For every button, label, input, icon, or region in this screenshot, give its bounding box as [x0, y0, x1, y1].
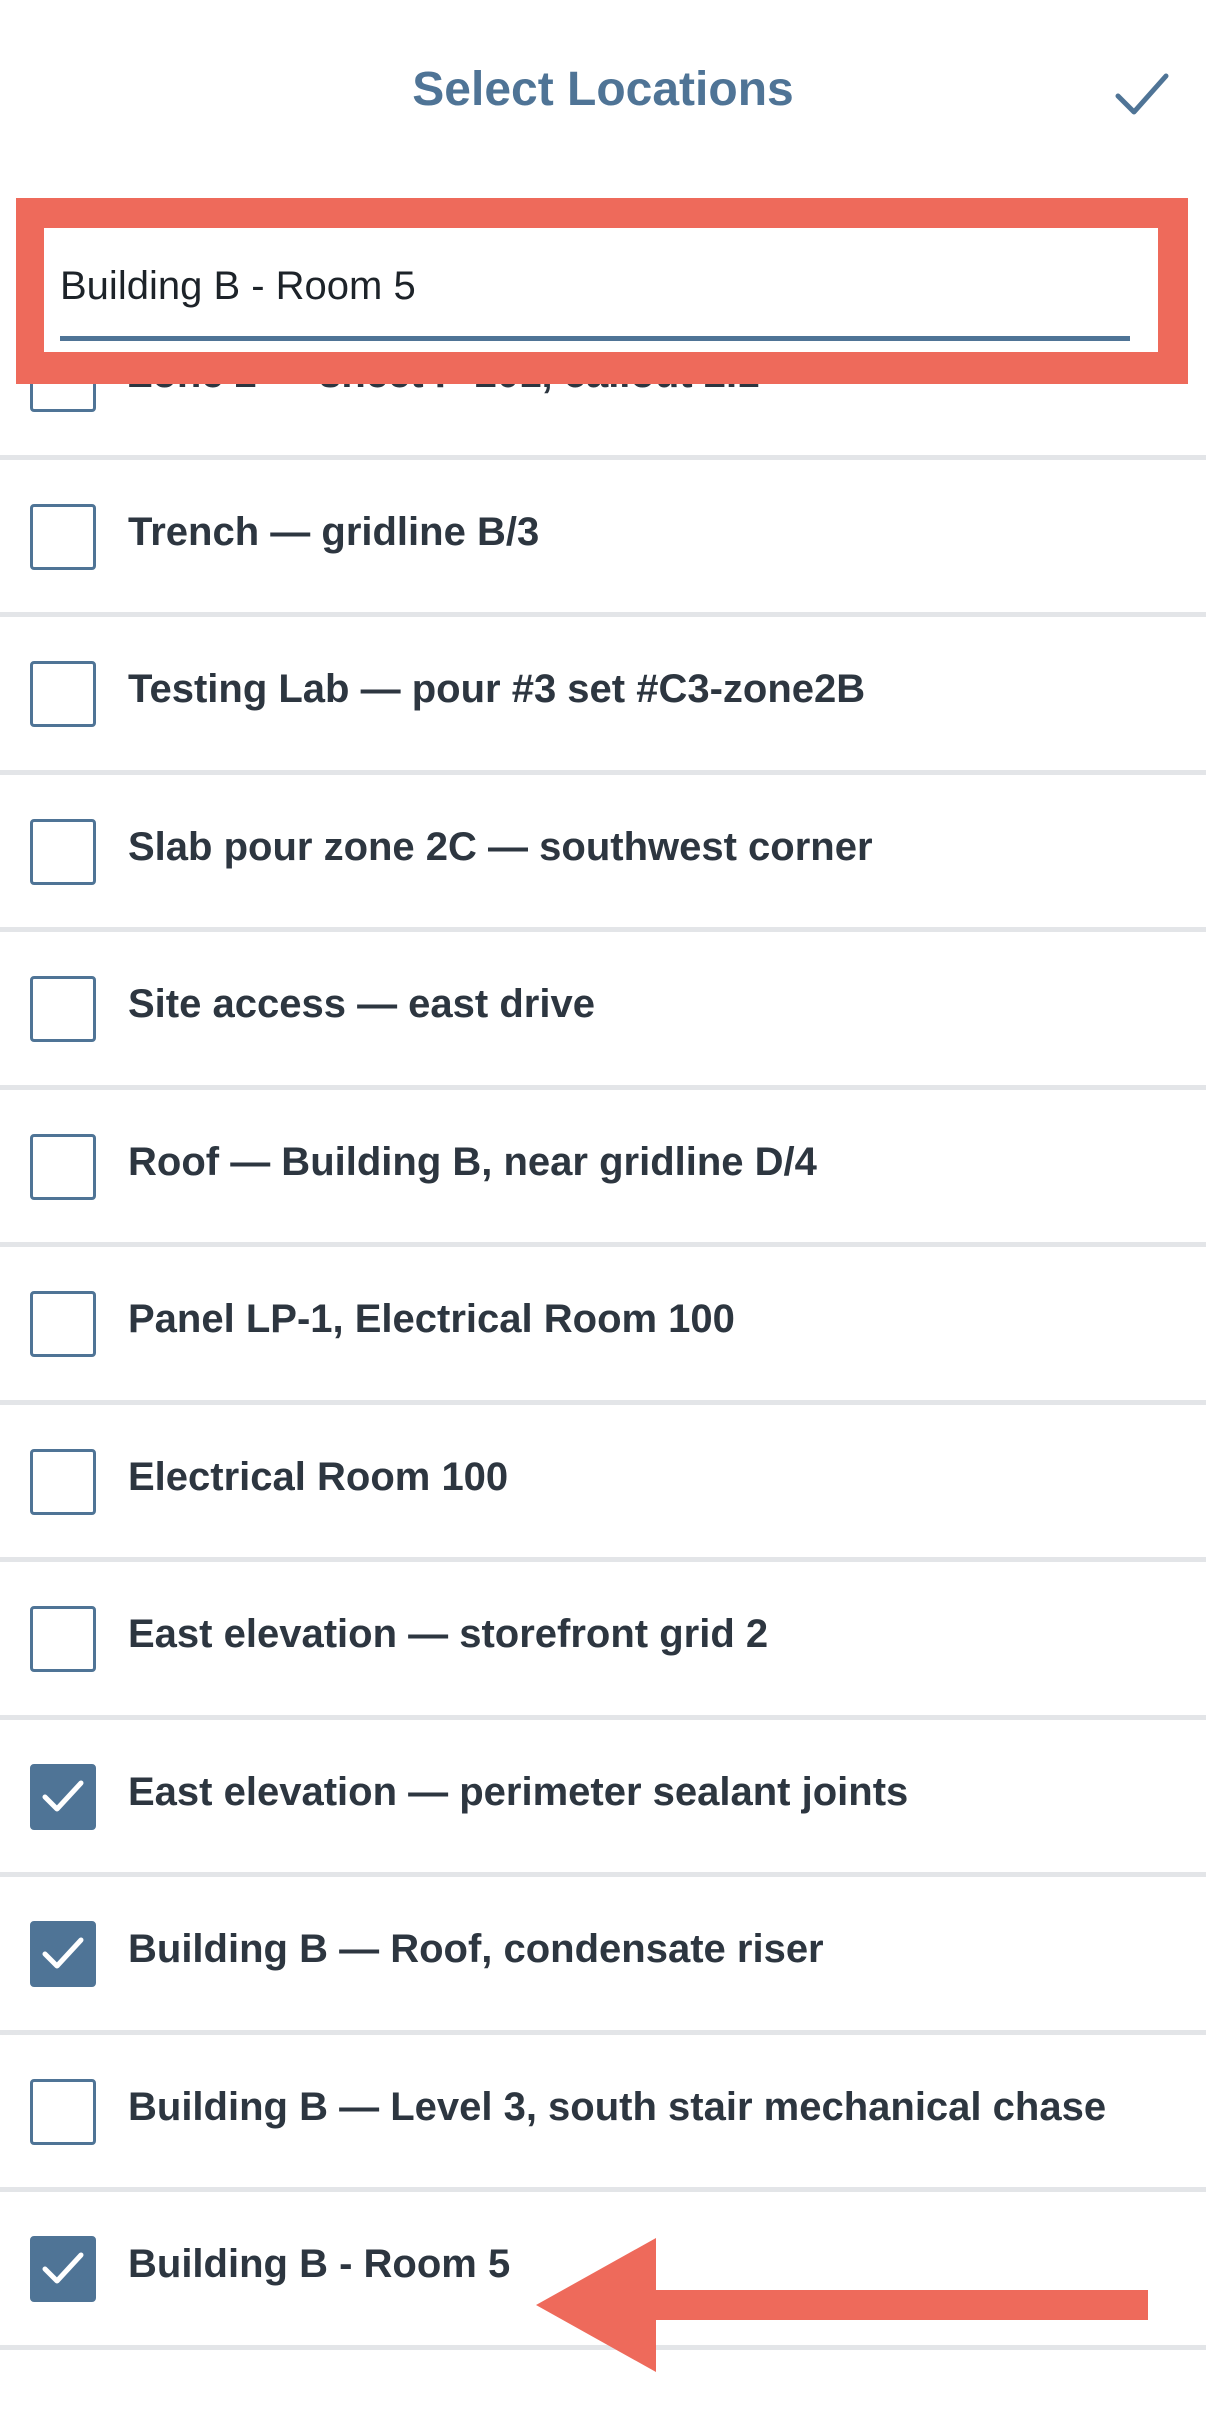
location-row[interactable]: Panel LP-1, Electrical Room 100 — [0, 1247, 1206, 1405]
location-label: Testing Lab — pour #3 set #C3-zone2B — [128, 667, 866, 711]
location-label: Building B - Room 5 — [128, 2242, 511, 2286]
header: Select Locations — [0, 0, 1206, 190]
location-row[interactable]: Slab pour zone 2C — southwest corner — [0, 775, 1206, 932]
location-row[interactable]: Roof — Building B, near gridline D/4 — [0, 1090, 1206, 1247]
search-box — [44, 228, 1158, 352]
location-row[interactable]: East elevation — storefront grid 2 — [0, 1562, 1206, 1720]
location-label: Building B — Level 3, south stair mechan… — [128, 2084, 1107, 2129]
location-label: Slab pour zone 2C — southwest corner — [128, 824, 873, 869]
location-label: Zone 2 — sheet P-201, callout 2.1 — [128, 384, 759, 397]
location-row[interactable]: Testing Lab — pour #3 set #C3-zone2B — [0, 617, 1206, 775]
left-arrow-icon — [536, 2238, 1148, 2372]
check-icon — [42, 1937, 84, 1969]
checkbox-unchecked[interactable] — [30, 1291, 96, 1357]
location-list[interactable]: Zone 2 — sheet P-201, callout 2.1 Trench … — [0, 384, 1206, 2436]
location-label: East elevation — perimeter sealant joint… — [128, 1769, 909, 1814]
checkbox-unchecked[interactable] — [30, 818, 96, 885]
done-button[interactable] — [1110, 62, 1174, 126]
checkbox-unchecked[interactable] — [30, 976, 96, 1042]
checkbox-unchecked[interactable] — [30, 2078, 96, 2145]
location-label: Building B — Roof, condensate riser — [128, 1927, 824, 1971]
location-row[interactable]: Building B — Level 3, south stair mechan… — [0, 2035, 1206, 2192]
location-label: Trench — gridline B/3 — [128, 509, 540, 554]
check-icon — [42, 2252, 84, 2284]
checkbox-checked[interactable] — [30, 1763, 96, 1830]
location-label: Panel LP-1, Electrical Room 100 — [128, 1297, 735, 1341]
checkbox-checked[interactable] — [30, 2236, 96, 2302]
checkbox-unchecked[interactable] — [30, 661, 96, 727]
checkbox-unchecked[interactable] — [30, 1606, 96, 1672]
location-row[interactable]: Site access — east drive — [0, 932, 1206, 1090]
search-input[interactable] — [60, 256, 1130, 316]
location-list-content: Zone 2 — sheet P-201, callout 2.1 Trench … — [0, 384, 1206, 2350]
location-row[interactable]: Trench — gridline B/3 — [0, 460, 1206, 617]
location-label: Site access — east drive — [128, 982, 595, 1026]
location-row[interactable]: Electrical Room 100 — [0, 1405, 1206, 1562]
page-title: Select Locations — [412, 63, 794, 116]
checkbox-unchecked[interactable] — [30, 503, 96, 570]
checkmark-icon — [1115, 73, 1169, 115]
location-label: Roof — Building B, near gridline D/4 — [128, 1139, 817, 1184]
location-row[interactable]: Zone 2 — sheet P-201, callout 2.1 — [0, 384, 1206, 460]
location-row[interactable]: Building B — Roof, condensate riser — [0, 1877, 1206, 2035]
checkbox-unchecked[interactable] — [30, 384, 96, 412]
location-label: East elevation — storefront grid 2 — [128, 1612, 769, 1656]
checkbox-checked[interactable] — [30, 1921, 96, 1987]
checkbox-unchecked[interactable] — [30, 1448, 96, 1515]
location-row[interactable]: East elevation — perimeter sealant joint… — [0, 1720, 1206, 1877]
checkbox-unchecked[interactable] — [30, 1133, 96, 1200]
search-underline — [60, 336, 1130, 341]
location-label: Electrical Room 100 — [128, 1454, 509, 1499]
check-icon — [42, 1780, 84, 1811]
